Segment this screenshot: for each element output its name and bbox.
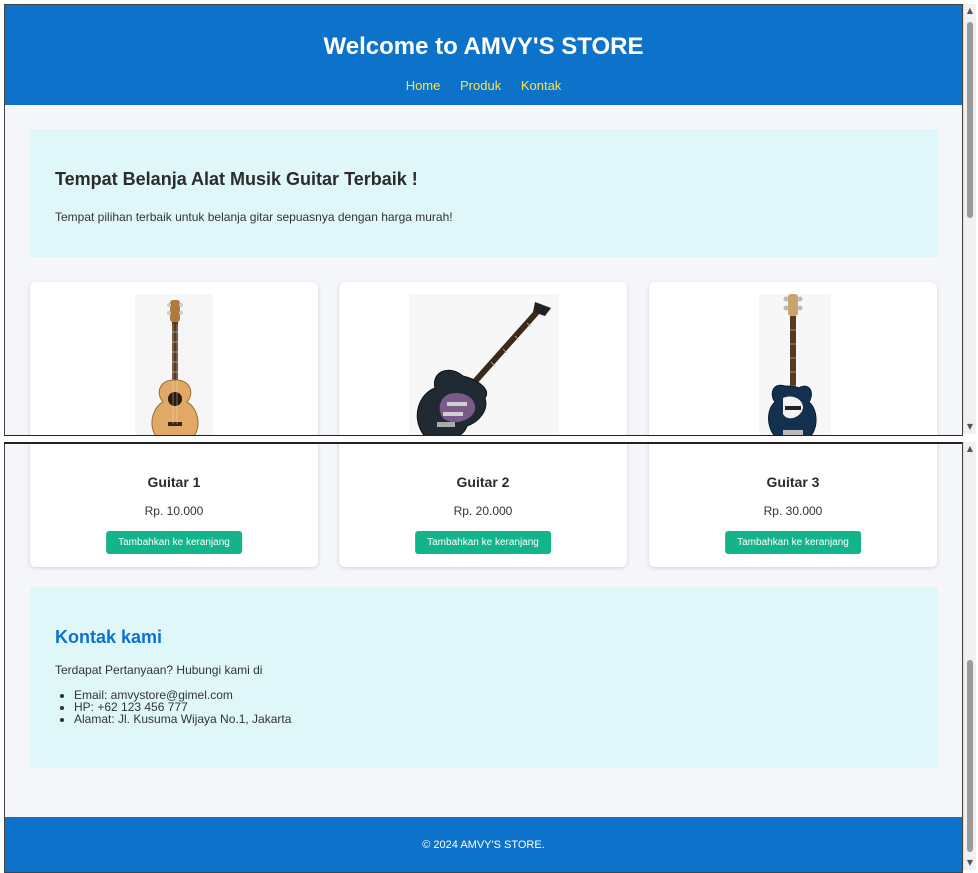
scroll-up-arrow-icon[interactable]: ▲: [964, 4, 976, 18]
add-to-cart-button-2[interactable]: Tambahkan ke keranjang: [415, 531, 551, 554]
footer-copyright: © 2024 AMVY'S STORE.: [422, 839, 545, 851]
product-name: Guitar 3: [766, 474, 820, 490]
product-card-1-top: [30, 282, 318, 435]
product-price: Rp. 30.000: [763, 504, 823, 518]
product-card-1: Guitar 1 Rp. 10.000 Tambahkan ke keranja…: [30, 444, 318, 567]
contact-address: Alamat: Jl. Kusuma Wijaya No.1, Jakarta: [74, 713, 291, 725]
contact-section: Kontak kami Terdapat Pertanyaan? Hubungi…: [30, 587, 938, 768]
nav-link-produk[interactable]: Produk: [460, 78, 501, 93]
product-card-3-top: [649, 282, 937, 435]
scroll-down-arrow-icon[interactable]: ▼: [964, 856, 976, 870]
scroll-down-arrow-icon[interactable]: ▼: [964, 420, 976, 434]
nav-link-kontak[interactable]: Kontak: [521, 78, 561, 93]
hero-text: Tempat pilihan terbaik untuk belanja git…: [55, 210, 453, 224]
scrollbar-thumb[interactable]: [967, 22, 973, 218]
electric-guitar-icon: [409, 294, 559, 435]
product-card-2-top: [339, 282, 627, 435]
add-to-cart-button-3[interactable]: Tambahkan ke keranjang: [725, 531, 861, 554]
nav-link-home[interactable]: Home: [406, 78, 441, 93]
product-price: Rp. 20.000: [453, 504, 513, 518]
product-name: Guitar 2: [456, 474, 510, 490]
page-viewport-bottom: Guitar 1 Rp. 10.000 Tambahkan ke keranja…: [4, 442, 963, 873]
add-to-cart-button-1[interactable]: Tambahkan ke keranjang: [106, 531, 242, 554]
product-name: Guitar 1: [147, 474, 201, 490]
acoustic-guitar-icon: [135, 294, 213, 435]
product-card-2: Guitar 2 Rp. 20.000 Tambahkan ke keranja…: [339, 444, 627, 567]
main-nav: Home Produk Kontak: [5, 78, 962, 93]
vertical-scrollbar-top[interactable]: ▲ ▼: [963, 4, 976, 434]
product-card-3: Guitar 3 Rp. 30.000 Tambahkan ke keranja…: [649, 444, 937, 567]
contact-heading: Kontak kami: [55, 627, 163, 647]
site-footer: © 2024 AMVY'S STORE.: [5, 817, 962, 872]
scroll-up-arrow-icon[interactable]: ▲: [964, 442, 976, 456]
site-header: Welcome to AMVY'S STORE Home Produk Kont…: [5, 5, 962, 105]
contact-list: Email: amvystore@gimel.com HP: +62 123 4…: [55, 689, 291, 725]
product-price: Rp. 10.000: [144, 504, 204, 518]
hero-banner: Tempat Belanja Alat Musik Guitar Terbaik…: [30, 129, 938, 257]
site-title: Welcome to AMVY'S STORE: [323, 33, 644, 60]
vertical-scrollbar-bottom[interactable]: ▲ ▼: [963, 442, 976, 870]
bass-guitar-icon: [759, 294, 831, 435]
page-viewport-top: Welcome to AMVY'S STORE Home Produk Kont…: [4, 4, 963, 437]
contact-lead: Terdapat Pertanyaan? Hubungi kami di: [55, 663, 263, 677]
hero-heading: Tempat Belanja Alat Musik Guitar Terbaik…: [55, 169, 418, 189]
scrollbar-thumb[interactable]: [967, 660, 973, 852]
